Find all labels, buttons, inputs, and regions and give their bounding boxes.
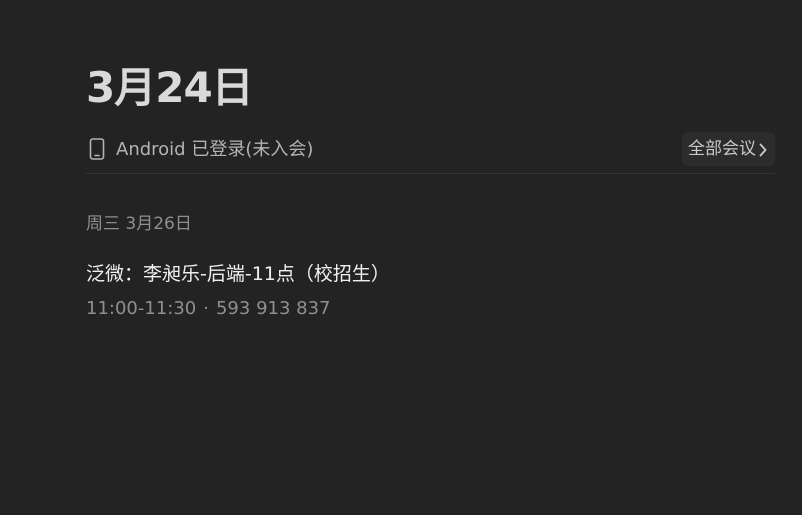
meetings-page: 3月24日 Android 已登录(未入会) 全部会议 周三 3月26日 泛微：…	[0, 0, 802, 515]
day-header: 周三 3月26日	[86, 214, 192, 234]
mobile-phone-icon	[89, 138, 105, 160]
page-title: 3月24日	[86, 63, 254, 112]
divider	[86, 173, 775, 174]
chevron-right-icon	[759, 142, 767, 157]
meeting-title: 泛微：李昶乐-后端-11点（校招生）	[86, 263, 390, 285]
device-status-row: Android 已登录(未入会) 全部会议	[86, 132, 775, 168]
meeting-item[interactable]: 泛微：李昶乐-后端-11点（校招生） 11:00-11:30 · 593 913 8…	[86, 260, 775, 326]
meta-separator: ·	[203, 298, 209, 319]
meeting-meta: 11:00-11:30 · 593 913 837	[86, 297, 331, 321]
meeting-id: 593 913 837	[215, 298, 331, 319]
all-meetings-button[interactable]: 全部会议	[682, 132, 775, 166]
device-status-text: Android 已登录(未入会)	[116, 139, 314, 160]
meeting-time: 11:00-11:30	[86, 298, 197, 319]
all-meetings-label: 全部会议	[688, 139, 756, 159]
